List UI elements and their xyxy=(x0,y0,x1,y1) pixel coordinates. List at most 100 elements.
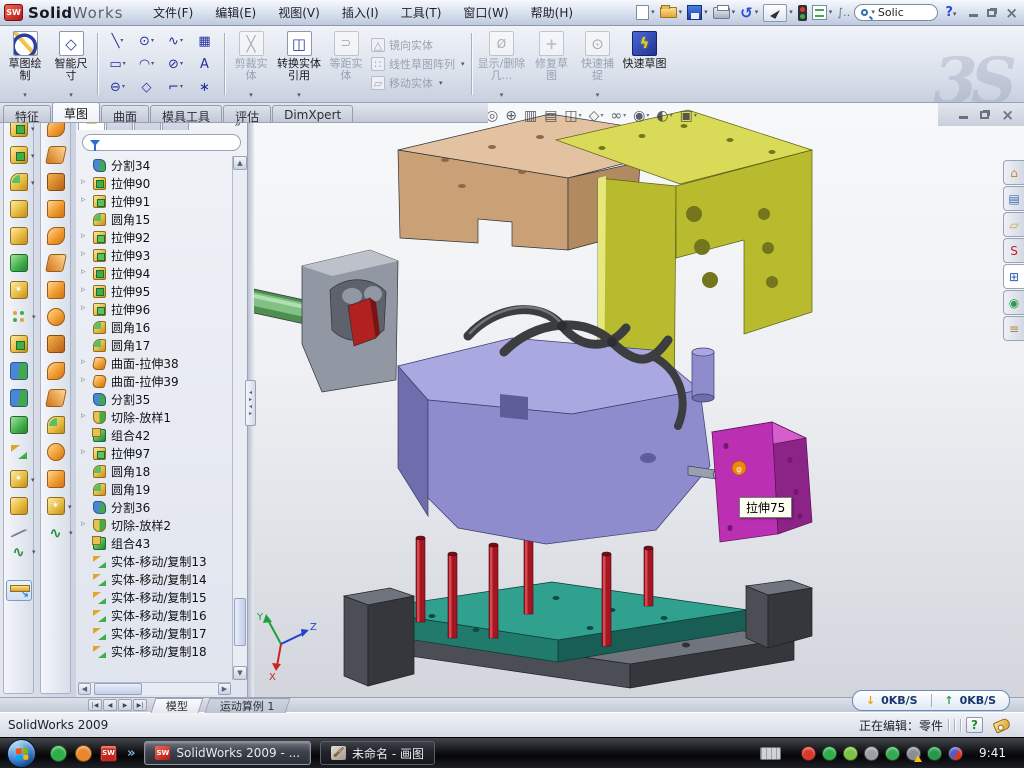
menu-item[interactable]: 插入(I) xyxy=(331,0,390,25)
swept-boss-icon[interactable]: ▾ xyxy=(10,200,28,218)
doc-close-button[interactable]: × xyxy=(1001,109,1014,121)
messenger-tray-icon[interactable] xyxy=(885,746,900,761)
health-tray-icon[interactable] xyxy=(927,746,942,761)
extend-surface-icon[interactable]: ▾ xyxy=(47,335,65,353)
feature-tree-item[interactable]: 实体-移动/复制18 xyxy=(78,642,231,660)
split-icon[interactable]: ▾ xyxy=(10,362,28,380)
untrim-surface-icon[interactable]: ▾ xyxy=(45,389,67,407)
slide-arm-part[interactable] xyxy=(248,250,398,392)
section-view-icon[interactable]: ▥▾ xyxy=(524,108,537,124)
trim-entities-button[interactable]: ╳ 剪裁实体 ▾ xyxy=(228,28,274,100)
thicken-icon[interactable]: ▾ xyxy=(47,416,65,434)
doc-minimize-button[interactable] xyxy=(959,110,968,119)
scroll-down-icon[interactable]: ▼ xyxy=(233,666,247,680)
model-canvas[interactable]: φ Y Z X xyxy=(248,103,1024,697)
feature-tree-item[interactable]: 分割35 xyxy=(78,390,231,408)
rib-icon[interactable]: ▾ xyxy=(10,254,28,272)
sketch-pattern-tool[interactable]: ▦▾ xyxy=(190,30,219,53)
lofted-surface-icon[interactable]: ▾ xyxy=(47,200,65,218)
polygon-tool[interactable]: ◇▾ xyxy=(132,76,161,99)
scroll-left-icon[interactable]: ◀ xyxy=(78,683,91,695)
sketch-button[interactable]: 草图绘制 ▾ xyxy=(2,28,48,100)
linear-sketch-pattern-button[interactable]: ∷ 线性草图阵列 ▾ xyxy=(371,56,465,72)
feature-tree-item[interactable]: 圆角15 xyxy=(78,210,231,228)
feature-tree-item[interactable]: 实体-移动/复制17 xyxy=(78,624,231,642)
feature-tree-item[interactable]: 圆角16 xyxy=(78,318,231,336)
print-button[interactable]: ▾ xyxy=(712,6,737,20)
quick-snap-button[interactable]: ⊙ 快速捕捉 ▾ xyxy=(575,28,621,100)
options-button[interactable]: ▾ xyxy=(811,4,834,21)
network-warning-tray-icon[interactable] xyxy=(906,746,921,761)
offset-surface-icon[interactable]: ▾ xyxy=(45,254,67,272)
feature-tree-item[interactable]: 实体-移动/复制14 xyxy=(78,570,231,588)
combine-icon[interactable]: ▾ xyxy=(10,416,28,434)
search-input[interactable]: ▾ Solic xyxy=(854,4,938,21)
tree-horizontal-scrollbar[interactable]: ◀ ▶ xyxy=(78,682,231,695)
offset-entities-button[interactable]: ⊃ 等距实体 ▾ xyxy=(324,28,368,100)
convert-entities-button[interactable]: ◫ 转换实体引用 ▾ xyxy=(274,28,324,100)
extruded-surface-icon[interactable]: ▾ xyxy=(47,173,65,191)
taskbar-window-button[interactable]: SW SolidWorks 2009 - ... xyxy=(144,741,311,765)
security-shield-tray-icon[interactable] xyxy=(822,746,837,761)
instant3d-icon[interactable] xyxy=(6,580,32,601)
sketch-text-tool[interactable]: A▾ xyxy=(190,53,219,76)
solidworks-quicklaunch-icon[interactable]: SW xyxy=(100,745,117,762)
save-button[interactable]: ▾ xyxy=(686,4,709,21)
appearances-scenes-tab[interactable]: ◉ xyxy=(1003,290,1024,315)
move-copy-body-icon[interactable]: ▾ xyxy=(10,443,28,461)
menu-item[interactable]: 工具(T) xyxy=(390,0,453,25)
browser-quicklaunch-icon[interactable] xyxy=(75,745,92,762)
view-orientation-icon[interactable]: ◫▾ xyxy=(564,108,581,124)
feature-tree-item[interactable]: 拉伸94 xyxy=(78,264,231,282)
command-tab[interactable]: 曲面 xyxy=(101,105,149,122)
ellipse-tool[interactable]: ⊘▾ xyxy=(161,53,190,76)
start-button[interactable] xyxy=(7,739,36,768)
menu-item[interactable]: 帮助(H) xyxy=(520,0,584,25)
spline-tool[interactable]: ∿▾ xyxy=(161,30,190,53)
volume-tray-icon[interactable] xyxy=(864,746,879,761)
rapid-sketch-button[interactable]: ϟ 快速草图 ▾ xyxy=(621,28,669,100)
resources-tab[interactable]: ⌂ xyxy=(1003,160,1024,185)
restore-button[interactable] xyxy=(987,9,996,17)
taskbar-window-button[interactable]: 🖌 未命名 - 画图 xyxy=(320,741,435,765)
feature-tree-item[interactable]: 拉伸95 xyxy=(78,282,231,300)
feature-tree-item[interactable]: 实体-移动/复制13 xyxy=(78,552,231,570)
messenger-quicklaunch-icon[interactable] xyxy=(50,745,67,762)
scroll-up-icon[interactable]: ▲ xyxy=(233,156,247,170)
file-explorer-tab[interactable]: ▱ xyxy=(1003,212,1024,237)
close-button[interactable]: × xyxy=(1005,7,1018,19)
display-style-icon[interactable]: ◇▾ xyxy=(589,108,604,124)
freeform-icon[interactable]: ▾ xyxy=(47,470,65,488)
command-tab[interactable]: 草图 xyxy=(52,102,100,122)
filter-input[interactable] xyxy=(82,134,241,151)
command-tab[interactable]: 模具工具 xyxy=(150,105,222,122)
open-button[interactable]: ▾ xyxy=(659,6,684,19)
menu-item[interactable]: 窗口(W) xyxy=(452,0,519,25)
last-tab-button[interactable]: ▶| xyxy=(133,699,147,711)
knit-surface-icon[interactable]: ▾ xyxy=(47,308,65,326)
model-tab[interactable]: 运动算例 1 xyxy=(205,698,290,713)
feature-tree-item[interactable]: 曲面-拉伸38 xyxy=(78,354,231,372)
scrollbar-thumb[interactable] xyxy=(94,683,142,695)
curve-icon[interactable]: ▾ xyxy=(10,528,27,537)
feature-tree-item[interactable]: 圆角18 xyxy=(78,462,231,480)
view-settings-icon[interactable]: ▣▾ xyxy=(680,108,697,124)
sketch-fillet-tool[interactable]: ⌐▾ xyxy=(161,76,190,99)
revolved-boss-icon[interactable]: ▾ xyxy=(10,146,28,164)
filled-surface-icon[interactable]: ▾ xyxy=(47,443,65,461)
feature-tree-item[interactable]: 拉伸91 xyxy=(78,192,231,210)
feature-tree-item[interactable]: 组合42 xyxy=(78,426,231,444)
pc-manager-tray-icon[interactable] xyxy=(948,746,963,761)
doc-restore-button[interactable] xyxy=(980,111,989,119)
tag-icon[interactable] xyxy=(992,717,1011,734)
feature-tree-item[interactable]: 圆角17 xyxy=(78,336,231,354)
feature-tree-item[interactable]: 拉伸92 xyxy=(78,228,231,246)
fillet-icon[interactable]: ▾ xyxy=(10,173,28,191)
feature-tree-item[interactable]: 拉伸90 xyxy=(78,174,231,192)
move-entities-button[interactable]: ▱ 移动实体 ▾ xyxy=(371,75,465,91)
feature-tree-item[interactable]: 曲面-拉伸39 xyxy=(78,372,231,390)
line-tool[interactable]: ╲▾ xyxy=(103,30,132,53)
slot-tool[interactable]: ⊖▾ xyxy=(103,76,132,99)
feature-tree-item[interactable]: 切除-放样1 xyxy=(78,408,231,426)
linear-pattern-icon[interactable]: ▾ xyxy=(10,308,28,326)
